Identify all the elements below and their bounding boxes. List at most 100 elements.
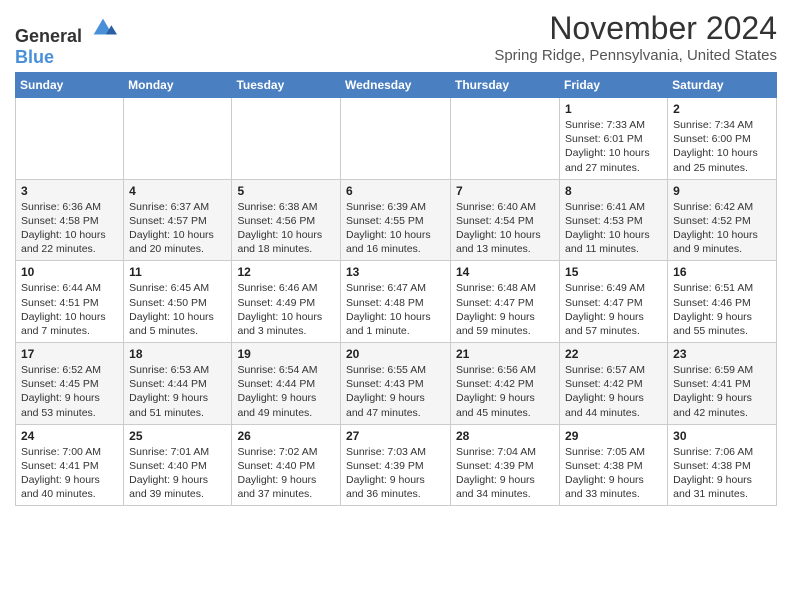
calendar-cell xyxy=(232,98,341,180)
calendar-cell: 2Sunrise: 7:34 AM Sunset: 6:00 PM Daylig… xyxy=(668,98,777,180)
day-info: Sunrise: 6:56 AM Sunset: 4:42 PM Dayligh… xyxy=(456,363,554,420)
day-number: 24 xyxy=(21,429,118,443)
day-number: 30 xyxy=(673,429,771,443)
day-info: Sunrise: 6:45 AM Sunset: 4:50 PM Dayligh… xyxy=(129,281,226,338)
month-title: November 2024 xyxy=(494,10,777,47)
weekday-header-sunday: Sunday xyxy=(16,73,124,98)
calendar-cell: 30 Sunrise: 7:06 AM Sunset: 4:38 PM Dayli… xyxy=(668,424,777,506)
day-info: Sunrise: 7:06 AM Sunset: 4:38 PM Dayligh… xyxy=(673,445,771,502)
calendar-cell: 11 Sunrise: 6:45 AM Sunset: 4:50 PM Dayli… xyxy=(124,261,232,343)
day-number: 5 xyxy=(237,184,335,198)
calendar-week-5: 24 Sunrise: 7:00 AM Sunset: 4:41 PM Dayli… xyxy=(16,424,777,506)
day-info: Sunrise: 6:53 AM Sunset: 4:44 PM Dayligh… xyxy=(129,363,226,420)
calendar-cell: 28 Sunrise: 7:04 AM Sunset: 4:39 PM Dayli… xyxy=(451,424,560,506)
day-info: Sunrise: 6:37 AM Sunset: 4:57 PM Dayligh… xyxy=(129,200,226,257)
day-number: 13 xyxy=(346,265,445,279)
day-number: 27 xyxy=(346,429,445,443)
calendar-cell xyxy=(341,98,451,180)
day-number: 28 xyxy=(456,429,554,443)
day-info: Sunrise: 6:54 AM Sunset: 4:44 PM Dayligh… xyxy=(237,363,335,420)
calendar: SundayMondayTuesdayWednesdayThursdayFrid… xyxy=(15,72,777,506)
title-block: November 2024 Spring Ridge, Pennsylvania… xyxy=(494,10,777,64)
day-info: Sunrise: 6:42 AM Sunset: 4:52 PM Dayligh… xyxy=(673,200,771,257)
day-info: Sunrise: 6:41 AM Sunset: 4:53 PM Dayligh… xyxy=(565,200,662,257)
calendar-cell: 22Sunrise: 6:57 AM Sunset: 4:42 PM Dayli… xyxy=(560,343,668,425)
calendar-cell: 3 Sunrise: 6:36 AM Sunset: 4:58 PM Daylig… xyxy=(16,179,124,261)
weekday-header-friday: Friday xyxy=(560,73,668,98)
calendar-cell: 13 Sunrise: 6:47 AM Sunset: 4:48 PM Dayli… xyxy=(341,261,451,343)
calendar-cell: 17 Sunrise: 6:52 AM Sunset: 4:45 PM Dayli… xyxy=(16,343,124,425)
calendar-cell: 7 Sunrise: 6:40 AM Sunset: 4:54 PM Daylig… xyxy=(451,179,560,261)
calendar-cell: 20Sunrise: 6:55 AM Sunset: 4:43 PM Dayli… xyxy=(341,343,451,425)
calendar-cell: 29 Sunrise: 7:05 AM Sunset: 4:38 PM Dayli… xyxy=(560,424,668,506)
calendar-cell xyxy=(451,98,560,180)
day-info: Sunrise: 6:57 AM Sunset: 4:42 PM Dayligh… xyxy=(565,363,662,420)
day-number: 16 xyxy=(673,265,771,279)
calendar-cell: 9 Sunrise: 6:42 AM Sunset: 4:52 PM Daylig… xyxy=(668,179,777,261)
day-info: Sunrise: 6:52 AM Sunset: 4:45 PM Dayligh… xyxy=(21,363,118,420)
day-number: 9 xyxy=(673,184,771,198)
calendar-cell: 1Sunrise: 7:33 AM Sunset: 6:01 PM Daylig… xyxy=(560,98,668,180)
day-number: 8 xyxy=(565,184,662,198)
day-number: 11 xyxy=(129,265,226,279)
calendar-cell: 15Sunrise: 6:49 AM Sunset: 4:47 PM Dayli… xyxy=(560,261,668,343)
day-info: Sunrise: 6:48 AM Sunset: 4:47 PM Dayligh… xyxy=(456,281,554,338)
calendar-header-row: SundayMondayTuesdayWednesdayThursdayFrid… xyxy=(16,73,777,98)
calendar-cell: 5 Sunrise: 6:38 AM Sunset: 4:56 PM Daylig… xyxy=(232,179,341,261)
day-info: Sunrise: 6:47 AM Sunset: 4:48 PM Dayligh… xyxy=(346,281,445,338)
weekday-header-tuesday: Tuesday xyxy=(232,73,341,98)
day-info: Sunrise: 7:01 AM Sunset: 4:40 PM Dayligh… xyxy=(129,445,226,502)
day-info: Sunrise: 6:38 AM Sunset: 4:56 PM Dayligh… xyxy=(237,200,335,257)
day-info: Sunrise: 7:04 AM Sunset: 4:39 PM Dayligh… xyxy=(456,445,554,502)
day-info: Sunrise: 7:03 AM Sunset: 4:39 PM Dayligh… xyxy=(346,445,445,502)
day-info: Sunrise: 7:02 AM Sunset: 4:40 PM Dayligh… xyxy=(237,445,335,502)
weekday-header-monday: Monday xyxy=(124,73,232,98)
day-info: Sunrise: 6:55 AM Sunset: 4:43 PM Dayligh… xyxy=(346,363,445,420)
weekday-header-saturday: Saturday xyxy=(668,73,777,98)
day-number: 10 xyxy=(21,265,118,279)
calendar-cell: 26Sunrise: 7:02 AM Sunset: 4:40 PM Dayli… xyxy=(232,424,341,506)
day-number: 23 xyxy=(673,347,771,361)
day-number: 2 xyxy=(673,102,771,116)
calendar-cell: 25Sunrise: 7:01 AM Sunset: 4:40 PM Dayli… xyxy=(124,424,232,506)
calendar-cell xyxy=(16,98,124,180)
day-info: Sunrise: 6:40 AM Sunset: 4:54 PM Dayligh… xyxy=(456,200,554,257)
day-number: 14 xyxy=(456,265,554,279)
calendar-cell: 19Sunrise: 6:54 AM Sunset: 4:44 PM Dayli… xyxy=(232,343,341,425)
calendar-week-1: 1Sunrise: 7:33 AM Sunset: 6:01 PM Daylig… xyxy=(16,98,777,180)
calendar-cell: 14 Sunrise: 6:48 AM Sunset: 4:47 PM Dayli… xyxy=(451,261,560,343)
calendar-cell: 27 Sunrise: 7:03 AM Sunset: 4:39 PM Dayli… xyxy=(341,424,451,506)
day-info: Sunrise: 6:49 AM Sunset: 4:47 PM Dayligh… xyxy=(565,281,662,338)
day-info: Sunrise: 7:00 AM Sunset: 4:41 PM Dayligh… xyxy=(21,445,118,502)
calendar-week-3: 10 Sunrise: 6:44 AM Sunset: 4:51 PM Dayli… xyxy=(16,261,777,343)
calendar-cell: 4Sunrise: 6:37 AM Sunset: 4:57 PM Daylig… xyxy=(124,179,232,261)
calendar-cell: 23Sunrise: 6:59 AM Sunset: 4:41 PM Dayli… xyxy=(668,343,777,425)
day-info: Sunrise: 6:36 AM Sunset: 4:58 PM Dayligh… xyxy=(21,200,118,257)
day-number: 1 xyxy=(565,102,662,116)
day-number: 6 xyxy=(346,184,445,198)
day-info: Sunrise: 6:46 AM Sunset: 4:49 PM Dayligh… xyxy=(237,281,335,338)
day-info: Sunrise: 7:05 AM Sunset: 4:38 PM Dayligh… xyxy=(565,445,662,502)
logo: General Blue xyxy=(15,14,117,68)
logo-blue: Blue xyxy=(15,47,54,67)
calendar-cell: 6 Sunrise: 6:39 AM Sunset: 4:55 PM Daylig… xyxy=(341,179,451,261)
calendar-cell: 8 Sunrise: 6:41 AM Sunset: 4:53 PM Daylig… xyxy=(560,179,668,261)
day-number: 29 xyxy=(565,429,662,443)
calendar-cell: 12Sunrise: 6:46 AM Sunset: 4:49 PM Dayli… xyxy=(232,261,341,343)
location-subtitle: Spring Ridge, Pennsylvania, United State… xyxy=(494,47,777,64)
logo-icon xyxy=(89,14,117,42)
day-number: 7 xyxy=(456,184,554,198)
calendar-week-4: 17 Sunrise: 6:52 AM Sunset: 4:45 PM Dayli… xyxy=(16,343,777,425)
page: General Blue November 2024 Spring Ridge,… xyxy=(0,0,792,516)
day-number: 3 xyxy=(21,184,118,198)
logo-general: General xyxy=(15,26,82,46)
day-info: Sunrise: 6:44 AM Sunset: 4:51 PM Dayligh… xyxy=(21,281,118,338)
day-number: 21 xyxy=(456,347,554,361)
weekday-header-thursday: Thursday xyxy=(451,73,560,98)
calendar-cell: 18Sunrise: 6:53 AM Sunset: 4:44 PM Dayli… xyxy=(124,343,232,425)
day-number: 17 xyxy=(21,347,118,361)
header-row: General Blue November 2024 Spring Ridge,… xyxy=(15,10,777,68)
calendar-cell xyxy=(124,98,232,180)
calendar-cell: 16Sunrise: 6:51 AM Sunset: 4:46 PM Dayli… xyxy=(668,261,777,343)
day-info: Sunrise: 6:39 AM Sunset: 4:55 PM Dayligh… xyxy=(346,200,445,257)
